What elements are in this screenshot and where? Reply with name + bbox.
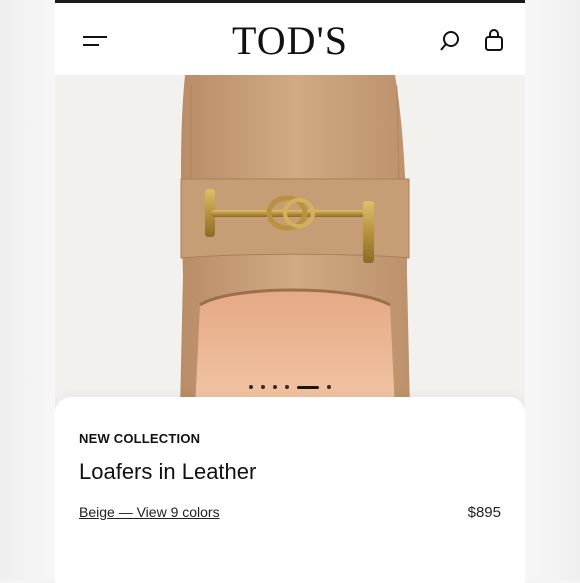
collection-label: NEW COLLECTION (79, 431, 201, 446)
top-navigation-bar: TOD'S (55, 3, 525, 75)
carousel-dot[interactable] (285, 385, 289, 389)
phone-screen: TOD'S NEW COLLECTION Loafers in Leather … (55, 0, 525, 583)
carousel-dot[interactable] (273, 385, 277, 389)
product-price: $895 (467, 504, 501, 521)
saddle-strap (180, 178, 410, 259)
shopping-bag-icon (485, 29, 503, 51)
product-info-card: NEW COLLECTION Loafers in Leather Beige … (55, 397, 525, 583)
view-colors-link[interactable]: Beige — View 9 colors (79, 504, 220, 520)
carousel-pagination (55, 384, 525, 390)
loafer-photo (55, 75, 525, 410)
left-backdrop (0, 0, 55, 580)
search-button[interactable] (438, 29, 462, 53)
carousel-dot[interactable] (261, 385, 265, 389)
carousel-dot[interactable] (327, 385, 331, 389)
shoe-lining (195, 290, 395, 410)
right-backdrop (525, 0, 580, 580)
carousel-dot[interactable] (249, 385, 253, 389)
search-icon (440, 31, 459, 51)
product-image[interactable] (55, 75, 525, 410)
product-title: Loafers in Leather (79, 459, 257, 484)
carousel-dot-active[interactable] (297, 385, 319, 389)
shopping-bag-button[interactable] (482, 28, 506, 54)
